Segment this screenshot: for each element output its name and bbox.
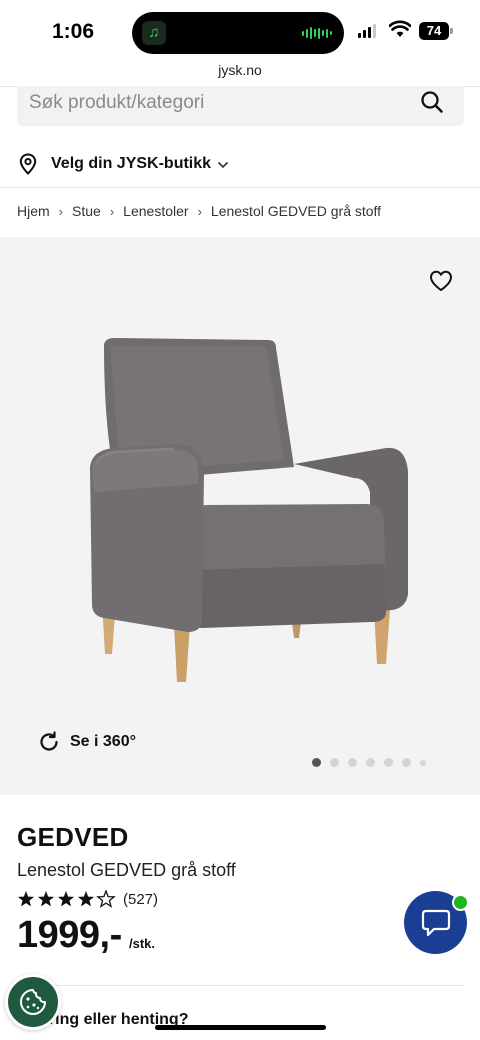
chevron-right-icon: › [58, 203, 64, 219]
heart-icon[interactable] [429, 270, 453, 292]
url-bar[interactable]: jysk.no [0, 62, 480, 86]
location-pin-icon [19, 153, 37, 175]
search-input[interactable] [29, 90, 409, 116]
star-filled-icon [57, 891, 75, 907]
product-gallery[interactable]: Se i 360° [0, 237, 480, 795]
carousel-dot[interactable] [402, 758, 411, 767]
product-name: Lenestol GEDVED grå stoff [17, 860, 236, 880]
online-status-badge [452, 894, 469, 911]
chevron-down-icon [217, 161, 229, 169]
store-selector-label: Velg din JYSK-butikk [51, 155, 212, 172]
star-filled-icon [37, 891, 55, 907]
carousel-dot[interactable] [420, 759, 426, 766]
dynamic-island: ♫ [132, 12, 344, 54]
chat-bubble-icon [421, 909, 451, 937]
carousel-indicator[interactable] [312, 758, 426, 767]
audio-wave-icon [302, 26, 332, 40]
wifi-icon [389, 20, 411, 37]
product-rating[interactable]: (527) [17, 890, 158, 908]
breadcrumb-item-lenestoler[interactable]: Lenestoler [123, 203, 188, 219]
cookie-settings-button[interactable] [5, 974, 61, 1030]
product-price: 1999,- [17, 914, 122, 956]
product-brand: GEDVED [17, 822, 129, 852]
battery-icon: 74 [419, 22, 453, 40]
battery-level: 74 [419, 22, 449, 40]
view-360-button[interactable]: Se i 360° [38, 731, 136, 753]
search-icon[interactable] [420, 90, 444, 114]
rotate-icon [40, 731, 58, 751]
view-360-label: Se i 360° [70, 733, 136, 750]
star-empty-icon [96, 890, 116, 908]
chevron-right-icon: › [197, 203, 202, 219]
carousel-dot[interactable] [366, 758, 375, 767]
star-rating-icon [17, 890, 116, 908]
carousel-dot[interactable] [384, 758, 393, 767]
carousel-dot[interactable] [330, 758, 339, 767]
breadcrumb: Hjem › Stue › Lenestoler › Lenestol GEDV… [17, 203, 381, 219]
search-bar[interactable] [17, 86, 464, 126]
chevron-right-icon: › [109, 203, 115, 219]
home-indicator [155, 1025, 326, 1030]
clock: 1:06 [52, 20, 95, 43]
breadcrumb-item-stue[interactable]: Stue [72, 203, 101, 219]
divider [0, 187, 480, 188]
product-image [90, 338, 408, 682]
carousel-dot[interactable] [312, 758, 321, 767]
star-filled-icon [17, 891, 35, 907]
status-bar: 1:06 ♫ 74 [0, 0, 480, 62]
cookie-icon [20, 989, 46, 1015]
music-note-icon: ♫ [142, 21, 166, 45]
review-count[interactable]: (527) [123, 891, 158, 908]
breadcrumb-item-current: Lenestol GEDVED grå stoff [210, 203, 382, 219]
store-selector[interactable]: Velg din JYSK-butikk [19, 148, 229, 180]
breadcrumb-item-hjem[interactable]: Hjem [17, 203, 50, 219]
star-filled-icon [77, 891, 95, 907]
divider [17, 985, 464, 986]
carousel-dot[interactable] [348, 758, 357, 767]
cellular-signal-icon [358, 24, 376, 38]
price-unit: /stk. [129, 936, 156, 951]
chat-button[interactable] [404, 891, 469, 954]
